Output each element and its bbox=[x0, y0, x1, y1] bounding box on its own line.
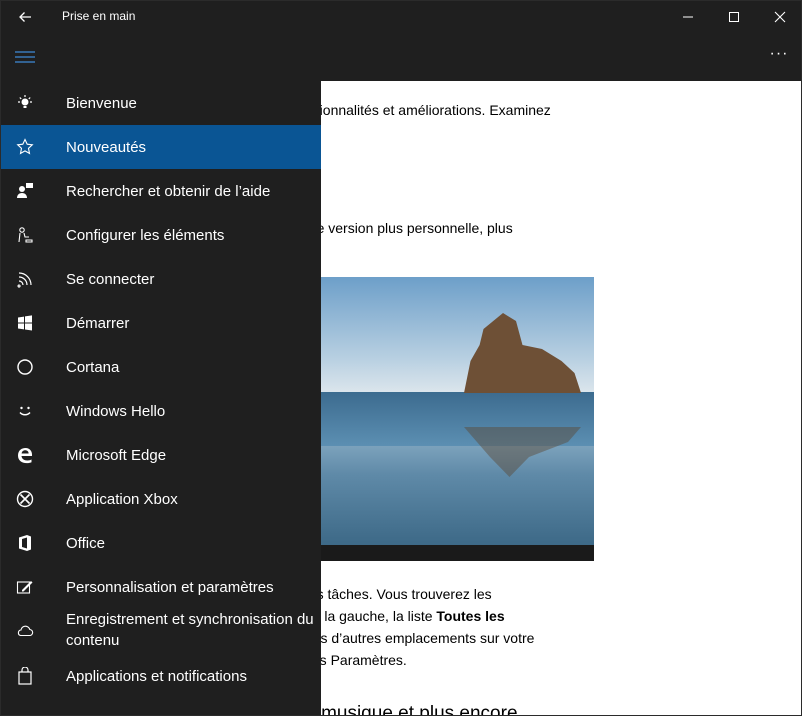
hamburger-icon bbox=[15, 51, 35, 63]
lightbulb-icon bbox=[15, 93, 35, 113]
content-text-line: une version plus personnelle, plus bbox=[301, 220, 513, 236]
navigation-pane: Bienvenue Nouveautés Rechercher et obten… bbox=[1, 81, 321, 715]
start-menu-screenshot-image bbox=[301, 277, 594, 561]
windows-logo-icon bbox=[15, 313, 35, 333]
nav-item-rechercher-aide[interactable]: Rechercher et obtenir de l’aide bbox=[1, 169, 321, 213]
nav-item-demarrer[interactable]: Démarrer bbox=[1, 301, 321, 345]
nav-item-label: Se connecter bbox=[66, 270, 155, 288]
nav-item-label: Nouveautés bbox=[66, 138, 147, 156]
nav-item-microsoft-edge[interactable]: Microsoft Edge bbox=[1, 433, 321, 477]
circle-icon bbox=[15, 357, 35, 377]
maximize-button[interactable] bbox=[711, 1, 757, 33]
nav-item-label: Windows Hello bbox=[66, 402, 166, 420]
nav-item-label: Application Xbox bbox=[66, 490, 178, 508]
close-icon bbox=[774, 11, 786, 23]
content-text: sur la gauche, la liste bbox=[301, 608, 437, 624]
nav-item-windows-hello[interactable]: Windows Hello bbox=[1, 389, 321, 433]
nav-item-application-xbox[interactable]: Application Xbox bbox=[1, 477, 321, 521]
bag-icon bbox=[15, 666, 35, 686]
nav-item-applications-notifications[interactable]: Applications et notifications bbox=[1, 654, 321, 698]
edge-icon bbox=[15, 445, 35, 465]
nav-item-label: Applications et notifications bbox=[66, 667, 247, 685]
nav-item-bienvenue[interactable]: Bienvenue bbox=[1, 81, 321, 125]
person-help-icon bbox=[15, 181, 35, 201]
maximize-icon bbox=[729, 12, 739, 22]
more-options-button[interactable]: ··· bbox=[763, 45, 795, 69]
content-text-line: vers d’autres emplacements sur votre bbox=[301, 630, 535, 646]
nav-item-label: Enregistrement et synchronisation du con… bbox=[66, 611, 314, 649]
content-text-line: sur la gauche, la liste Toutes les bbox=[301, 605, 505, 627]
minimize-icon bbox=[683, 16, 693, 18]
nav-item-label: Cortana bbox=[66, 358, 120, 376]
nav-item-label: Démarrer bbox=[66, 314, 130, 332]
nav-item-office[interactable]: Office bbox=[1, 521, 321, 565]
nav-item-label: Personnalisation et paramètres bbox=[66, 578, 274, 596]
app-bar: ··· bbox=[1, 33, 801, 81]
nav-item-label: Configurer les éléments bbox=[66, 226, 225, 244]
close-button[interactable] bbox=[757, 1, 801, 33]
office-icon bbox=[15, 533, 35, 553]
nav-item-personnalisation[interactable]: Personnalisation et paramètres bbox=[1, 565, 321, 609]
nav-item-se-connecter[interactable]: Se connecter bbox=[1, 257, 321, 301]
nav-item-cortana[interactable]: Cortana bbox=[1, 345, 321, 389]
content-text-line: des tâches. Vous trouverez les bbox=[301, 586, 492, 602]
xbox-icon bbox=[15, 489, 35, 509]
nav-item-label: Microsoft Edge bbox=[66, 446, 167, 464]
nav-item-label: Bienvenue bbox=[66, 94, 137, 112]
hamburger-menu-button[interactable] bbox=[1, 33, 49, 81]
setup-icon bbox=[15, 225, 35, 245]
window-title: Prise en main bbox=[62, 9, 136, 23]
title-bar: Prise en main bbox=[1, 1, 801, 33]
minimize-button[interactable] bbox=[665, 1, 711, 33]
nav-item-label: Rechercher et obtenir de l’aide bbox=[66, 182, 271, 200]
content-text-line: nctionnalités et améliorations. Examinez bbox=[301, 102, 551, 118]
back-arrow-icon bbox=[19, 12, 31, 22]
app-window: Prise en main ··· nctionnalités et améli… bbox=[0, 0, 802, 716]
taskbar-strip bbox=[301, 545, 594, 561]
smiley-icon bbox=[15, 401, 35, 421]
nav-item-enregistrement-synchronisation[interactable]: Enregistrement et synchronisation du con… bbox=[1, 609, 321, 653]
star-icon bbox=[15, 137, 35, 157]
nav-item-label: Office bbox=[66, 534, 105, 552]
nav-item-nouveautes[interactable]: Nouveautés bbox=[1, 125, 321, 169]
signal-icon bbox=[15, 269, 35, 289]
section-heading: la musique et plus encore bbox=[301, 703, 518, 716]
content-bold-text: Toutes les bbox=[436, 608, 505, 624]
nav-item-configurer[interactable]: Configurer les éléments bbox=[1, 213, 321, 257]
personalize-icon bbox=[15, 577, 35, 597]
cloud-icon bbox=[15, 621, 35, 641]
back-button[interactable] bbox=[1, 1, 49, 33]
